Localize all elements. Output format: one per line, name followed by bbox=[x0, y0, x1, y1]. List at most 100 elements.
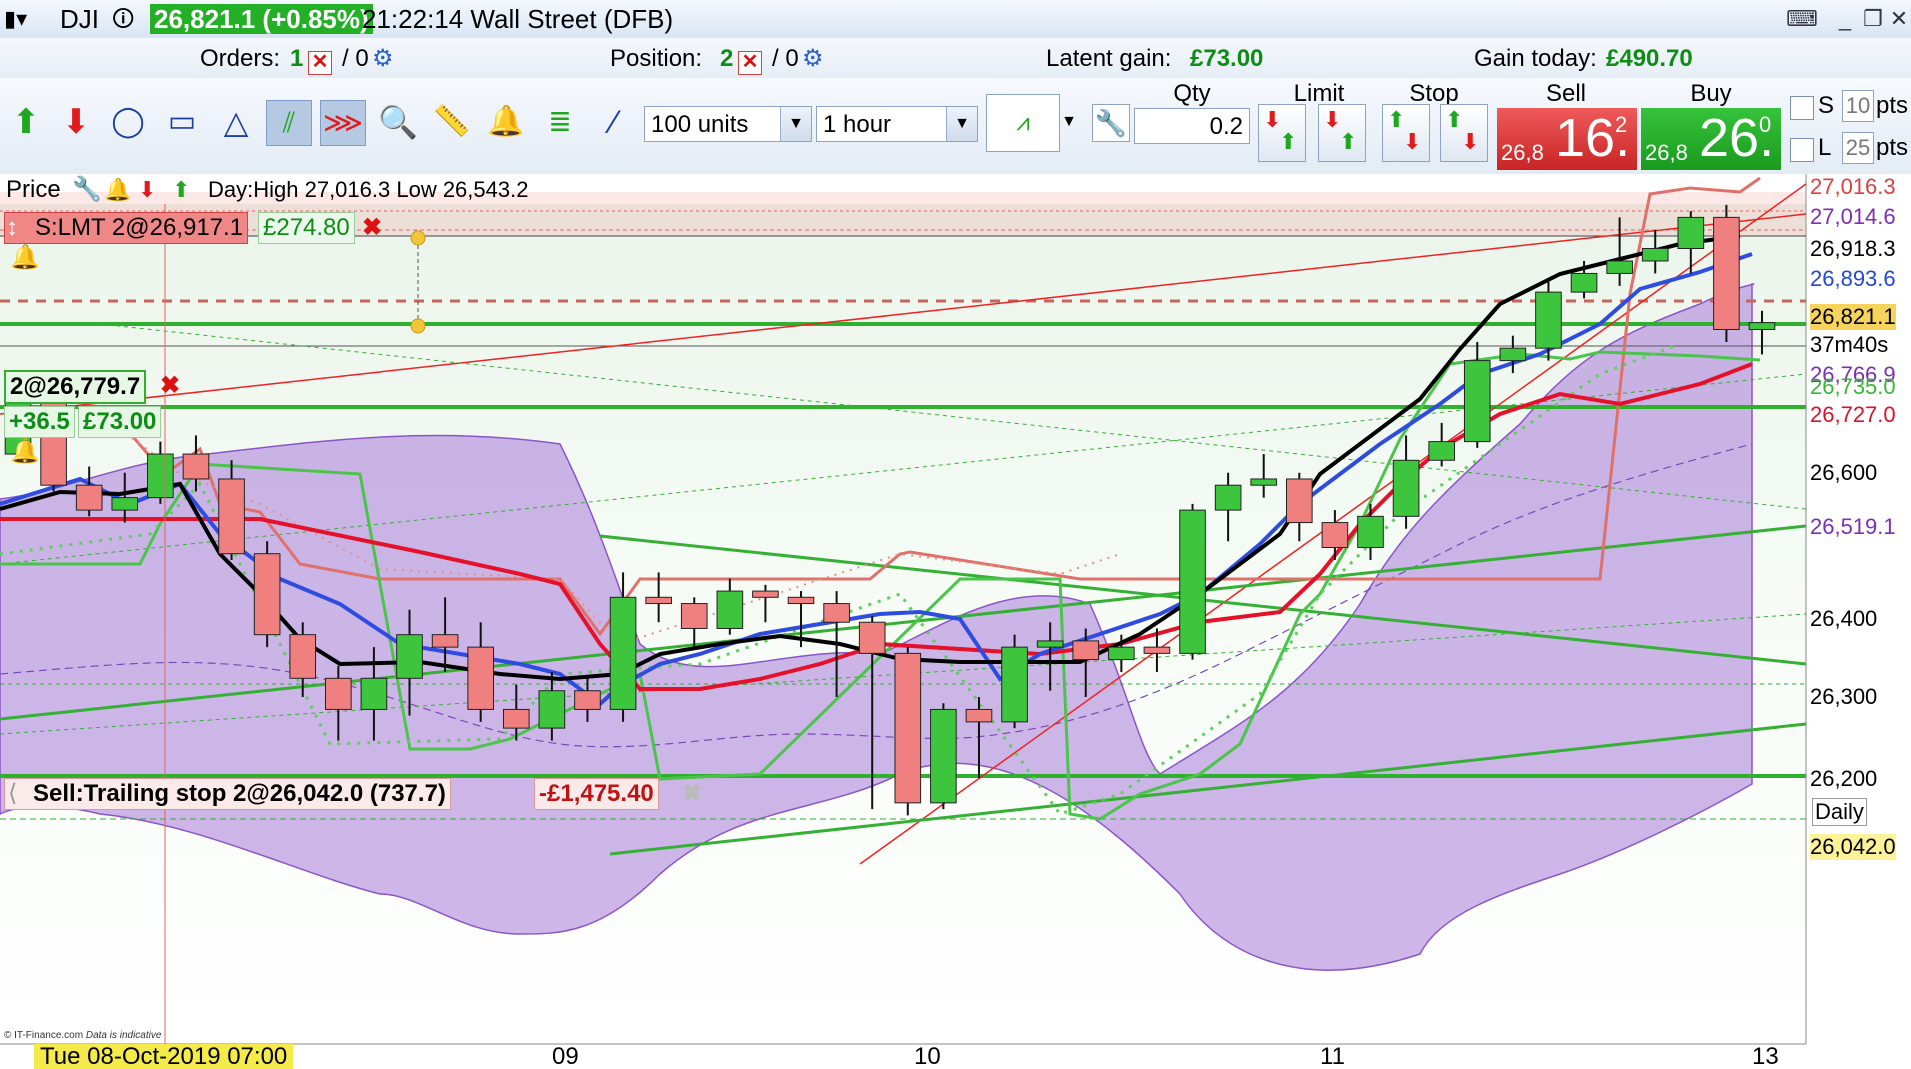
candle[interactable] bbox=[396, 634, 423, 679]
candle[interactable] bbox=[1250, 478, 1278, 486]
candle[interactable] bbox=[1321, 522, 1349, 548]
candle[interactable] bbox=[1072, 640, 1100, 661]
candle[interactable] bbox=[1641, 248, 1669, 262]
order-handle-bottom[interactable] bbox=[410, 318, 426, 334]
candle[interactable] bbox=[1570, 272, 1598, 293]
ellipse-tool-icon[interactable]: ◯ bbox=[106, 100, 150, 144]
fibonacci-icon[interactable]: ≣ bbox=[538, 100, 582, 144]
s-pts-input[interactable]: 10 bbox=[1842, 90, 1874, 122]
chevron-down-icon[interactable]: ▼ bbox=[780, 107, 811, 141]
bell-icon[interactable]: 🔔 bbox=[10, 244, 40, 272]
candle[interactable] bbox=[538, 690, 566, 729]
candle[interactable] bbox=[111, 497, 139, 511]
candle[interactable] bbox=[574, 690, 601, 710]
ruler-icon[interactable]: 📏 bbox=[430, 100, 474, 144]
drag-handle-icon[interactable]: ⟨ bbox=[8, 780, 17, 808]
interval-select[interactable]: 1 hour ▼ bbox=[816, 106, 978, 142]
orders-count[interactable]: 1 bbox=[290, 44, 303, 74]
indicators-icon[interactable]: ⩘ bbox=[986, 94, 1060, 152]
candle-icon[interactable]: ▮▾ bbox=[4, 4, 27, 34]
candle[interactable] bbox=[1463, 360, 1491, 443]
units-select[interactable]: 100 units ▼ bbox=[644, 106, 812, 142]
candle[interactable] bbox=[1179, 509, 1206, 654]
candle[interactable] bbox=[1036, 640, 1064, 648]
limit-sell-button[interactable]: ⬇ ⬆ bbox=[1318, 104, 1366, 162]
channel-tool-icon[interactable]: ⫽ bbox=[266, 100, 312, 146]
magnifier-icon[interactable]: 🔍 bbox=[376, 100, 420, 144]
candle[interactable] bbox=[1428, 441, 1455, 461]
candle[interactable] bbox=[1499, 347, 1527, 362]
candle[interactable] bbox=[645, 596, 672, 605]
candle[interactable] bbox=[752, 590, 779, 598]
chevron-down-icon[interactable]: ▼ bbox=[946, 107, 977, 141]
position-close-icon[interactable]: ✕ bbox=[738, 47, 762, 77]
stop-buy-button[interactable]: ⬆ ⬇ bbox=[1382, 104, 1430, 162]
candle[interactable] bbox=[182, 453, 210, 480]
candle[interactable] bbox=[609, 596, 637, 710]
candle[interactable] bbox=[431, 634, 459, 648]
candle[interactable] bbox=[1606, 260, 1633, 274]
candle[interactable] bbox=[75, 484, 103, 511]
position-close-icon[interactable]: ✖ bbox=[160, 372, 180, 400]
candle[interactable] bbox=[1535, 291, 1562, 349]
trailing-cancel-icon[interactable]: ✖ bbox=[682, 780, 702, 808]
candle[interactable] bbox=[218, 478, 245, 555]
candle[interactable] bbox=[325, 677, 352, 710]
candle[interactable] bbox=[253, 553, 281, 636]
bell-icon[interactable]: 🔔 bbox=[10, 438, 40, 466]
bell-icon[interactable]: 🔔 bbox=[104, 176, 131, 204]
candle[interactable] bbox=[1392, 459, 1420, 517]
candle[interactable] bbox=[787, 596, 815, 605]
position-badge[interactable]: 2@26,779.7 bbox=[4, 370, 147, 404]
rectangle-tool-icon[interactable]: ▭ bbox=[160, 100, 204, 144]
limit-buy-button[interactable]: ⬇ ⬆ bbox=[1258, 104, 1306, 162]
candle[interactable] bbox=[1713, 216, 1740, 330]
buy-arrow-icon[interactable]: ⬆ bbox=[172, 176, 190, 204]
chart-canvas[interactable] bbox=[0, 174, 1911, 1069]
candle[interactable] bbox=[716, 590, 744, 629]
move-arrows-icon[interactable]: ↕ bbox=[6, 214, 18, 242]
wrench-icon[interactable]: 🔧 bbox=[72, 176, 102, 204]
candle[interactable] bbox=[823, 603, 850, 623]
order-handle-top[interactable] bbox=[410, 230, 426, 246]
candle[interactable] bbox=[1108, 646, 1135, 661]
candle[interactable] bbox=[930, 708, 957, 804]
candle[interactable] bbox=[1001, 646, 1028, 723]
symbol-label[interactable]: DJI bbox=[60, 4, 99, 34]
position-count[interactable]: 2 bbox=[720, 44, 733, 74]
candle[interactable] bbox=[1677, 216, 1705, 250]
candle[interactable] bbox=[965, 708, 993, 723]
candle[interactable] bbox=[289, 634, 317, 679]
candle[interactable] bbox=[1357, 515, 1384, 548]
candle[interactable] bbox=[360, 677, 388, 710]
candle[interactable] bbox=[1748, 322, 1776, 330]
alert-bell-icon[interactable]: 🔔 bbox=[484, 100, 528, 144]
candle[interactable] bbox=[147, 453, 174, 499]
l-pts-input[interactable]: 25 bbox=[1842, 132, 1874, 164]
info-icon[interactable]: 🛈 bbox=[112, 4, 134, 34]
trailing-stop-badge[interactable]: Sell:Trailing stop 2@26,042.0 (737.7) bbox=[4, 778, 451, 810]
indicators-dropdown-icon[interactable]: ▼ bbox=[1058, 94, 1080, 150]
position-gear-icon[interactable]: ⚙ bbox=[802, 44, 824, 74]
limit-pts-checkbox[interactable] bbox=[1790, 138, 1814, 162]
candle[interactable] bbox=[1214, 484, 1242, 511]
stop-sell-button[interactable]: ⬆ ⬇ bbox=[1440, 104, 1488, 162]
close-button[interactable]: ✕ bbox=[1884, 6, 1911, 32]
buy-arrow-icon[interactable]: ⬆ bbox=[4, 100, 48, 144]
candle[interactable] bbox=[1143, 646, 1171, 654]
candle[interactable] bbox=[1285, 478, 1313, 524]
orders-gear-icon[interactable]: ⚙ bbox=[372, 44, 394, 74]
triangle-tool-icon[interactable]: △ bbox=[214, 100, 258, 144]
candle[interactable] bbox=[502, 708, 530, 729]
candle[interactable] bbox=[680, 603, 708, 629]
stop-pts-checkbox[interactable] bbox=[1790, 96, 1814, 120]
wedge-tool-icon[interactable]: ⋙ bbox=[320, 100, 366, 146]
sell-price-button[interactable]: 26,8 16. 2 bbox=[1497, 108, 1637, 170]
candle[interactable] bbox=[858, 621, 886, 654]
qty-input[interactable]: 0.2 bbox=[1134, 108, 1250, 144]
trendline-icon[interactable]: ⁄ bbox=[592, 100, 636, 144]
limit-order-badge[interactable]: S:LMT 2@26,917.1 bbox=[4, 212, 249, 244]
limit-cancel-icon[interactable]: ✖ bbox=[362, 214, 382, 242]
candle[interactable] bbox=[894, 652, 922, 804]
minimize-button[interactable]: _ bbox=[1830, 6, 1860, 32]
